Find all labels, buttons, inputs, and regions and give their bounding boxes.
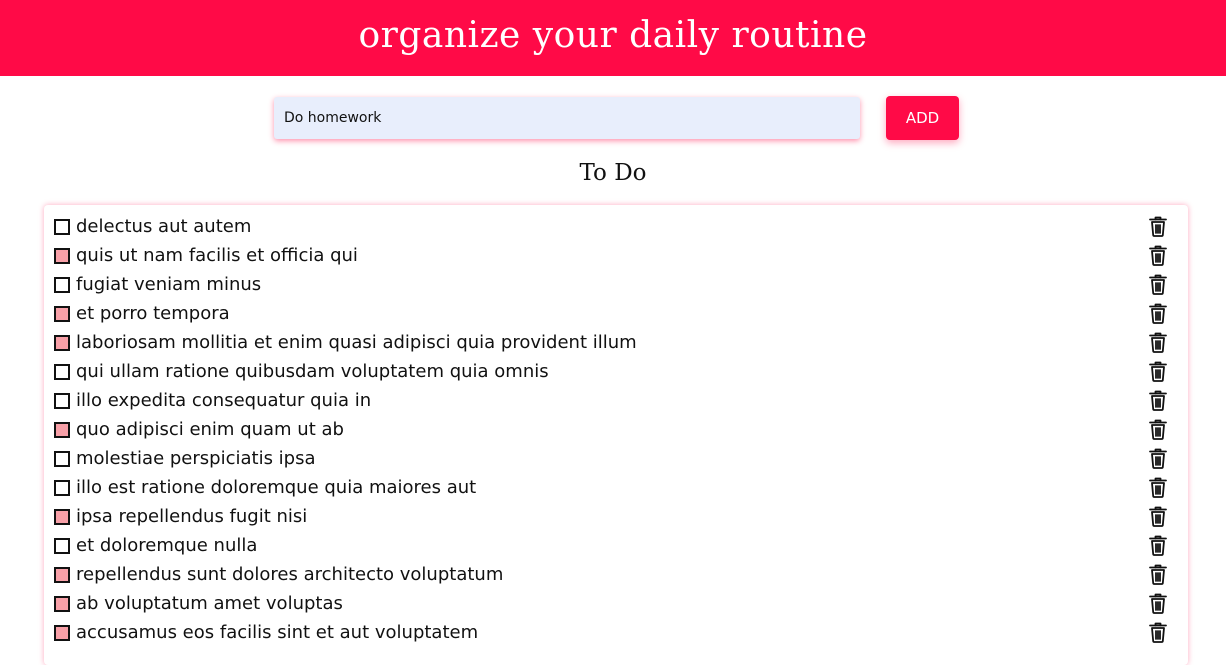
todo-checkbox[interactable] [54,277,70,293]
list-item: molestiae perspiciatis ipsa [44,446,1188,475]
list-item: ab voluptatum amet voluptas [44,591,1188,620]
list-item: qui ullam ratione quibusdam voluptatem q… [44,359,1188,388]
trash-icon[interactable] [1146,243,1170,267]
todo-checkbox[interactable] [54,306,70,322]
todo-text: laboriosam mollitia et enim quasi adipis… [76,332,637,353]
todo-text: ipsa repellendus fugit nisi [76,506,308,527]
todo-text: accusamus eos facilis sint et aut volupt… [76,622,479,643]
trash-icon[interactable] [1146,591,1170,615]
trash-icon[interactable] [1146,417,1170,441]
list-item: delectus aut autem [44,214,1188,243]
todo-text: fugiat veniam minus [76,274,262,295]
todo-checkbox[interactable] [54,596,70,612]
trash-icon[interactable] [1146,214,1170,238]
todo-checkbox[interactable] [54,451,70,467]
todo-checkbox[interactable] [54,248,70,264]
app-header: organize your daily routine [0,0,1226,76]
list-item: et doloremque nulla [44,533,1188,562]
trash-icon[interactable] [1146,301,1170,325]
todo-checkbox[interactable] [54,422,70,438]
todo-text: qui ullam ratione quibusdam voluptatem q… [76,361,549,382]
todo-text: quis ut nam facilis et officia qui [76,245,358,266]
trash-icon[interactable] [1146,272,1170,296]
trash-icon[interactable] [1146,620,1170,644]
todo-text: ab voluptatum amet voluptas [76,593,343,614]
list-item: quis ut nam facilis et officia qui [44,243,1188,272]
list-item: ipsa repellendus fugit nisi [44,504,1188,533]
todo-checkbox[interactable] [54,480,70,496]
todo-text: et porro tempora [76,303,230,324]
todo-checkbox[interactable] [54,393,70,409]
list-item: repellendus sunt dolores architecto volu… [44,562,1188,591]
todo-text: illo expedita consequatur quia in [76,390,372,411]
todo-text: delectus aut autem [76,216,252,237]
section-title: To Do [579,160,647,186]
task-input[interactable] [274,97,860,139]
todo-checkbox[interactable] [54,538,70,554]
list-item: fugiat veniam minus [44,272,1188,301]
list-item: quo adipisci enim quam ut ab [44,417,1188,446]
add-button[interactable]: ADD [886,96,959,140]
todo-card: delectus aut autem quis ut nam facilis et… [44,205,1188,665]
todo-checkbox[interactable] [54,509,70,525]
todo-text: et doloremque nulla [76,535,258,556]
list-item: illo expedita consequatur quia in [44,388,1188,417]
list-item: illo est ratione doloremque quia maiores… [44,475,1188,504]
add-task-form: ADD [274,96,960,140]
todo-text: repellendus sunt dolores architecto volu… [76,564,504,585]
trash-icon[interactable] [1146,330,1170,354]
todo-list: delectus aut autem quis ut nam facilis et… [44,205,1188,649]
list-item: laboriosam mollitia et enim quasi adipis… [44,330,1188,359]
trash-icon[interactable] [1146,359,1170,383]
list-item: et porro tempora [44,301,1188,330]
trash-icon[interactable] [1146,446,1170,470]
todo-checkbox[interactable] [54,364,70,380]
todo-text: quo adipisci enim quam ut ab [76,419,344,440]
trash-icon[interactable] [1146,533,1170,557]
page-title: organize your daily routine [358,14,868,56]
todo-text: illo est ratione doloremque quia maiores… [76,477,477,498]
trash-icon[interactable] [1146,562,1170,586]
todo-checkbox[interactable] [54,335,70,351]
todo-checkbox[interactable] [54,625,70,641]
todo-checkbox[interactable] [54,219,70,235]
todo-checkbox[interactable] [54,567,70,583]
trash-icon[interactable] [1146,388,1170,412]
trash-icon[interactable] [1146,475,1170,499]
trash-icon[interactable] [1146,504,1170,528]
todo-text: molestiae perspiciatis ipsa [76,448,316,469]
list-item: accusamus eos facilis sint et aut volupt… [44,620,1188,649]
